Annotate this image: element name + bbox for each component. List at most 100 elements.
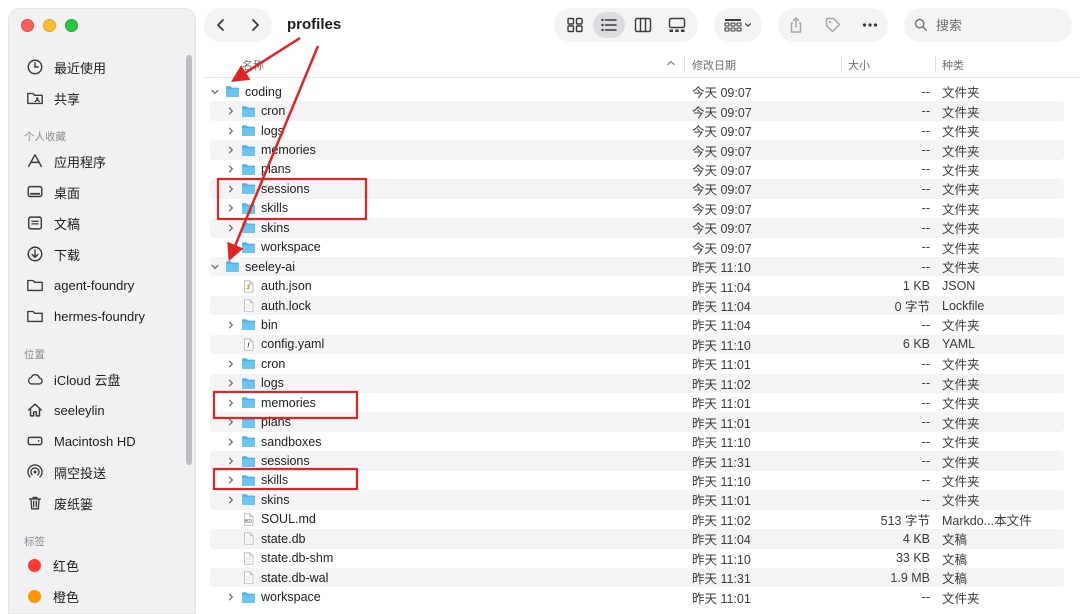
chevron-right-icon[interactable] [226, 203, 236, 213]
chevron-right-icon[interactable] [226, 242, 236, 252]
chevron-right-icon[interactable] [226, 145, 236, 155]
sidebar-scrollbar[interactable] [186, 55, 192, 465]
more-button[interactable] [857, 12, 883, 38]
sidebar-item-macintosh-hd[interactable]: Macintosh HD [25, 429, 175, 453]
file-row-cron[interactable]: cron 今天 09:07 -- 文件夹 [204, 101, 1064, 121]
file-row-state-db-shm[interactable]: state.db-shm 昨天 11:10 33 KB 文稿 [204, 549, 1064, 568]
name-column-header[interactable]: 名称 [242, 57, 264, 73]
file-row-bin[interactable]: bin 昨天 11:04 -- 文件夹 [204, 315, 1064, 334]
sidebar-item-documents[interactable]: 文稿 [25, 211, 175, 235]
gallery-view-button[interactable] [661, 12, 693, 38]
file-row-plans[interactable]: plans 今天 09:07 -- 文件夹 [204, 160, 1064, 179]
file-icon [241, 532, 256, 545]
sidebar-item-airdrop[interactable]: 隔空投送 [25, 460, 175, 484]
sidebar-item-tag-orange[interactable]: 橙色 [25, 584, 175, 608]
chevron-right-icon[interactable] [226, 417, 236, 427]
file-row-workspace[interactable]: workspace 昨天 11:01 -- 文件夹 [204, 587, 1064, 606]
size-cell: -- [921, 376, 930, 391]
grid-icon [567, 17, 583, 33]
file-row-memories[interactable]: memories 昨天 11:01 -- 文件夹 [204, 393, 1064, 412]
sidebar-item-downloads[interactable]: 下载 [25, 242, 175, 266]
chevron-right-icon[interactable] [226, 475, 236, 485]
group-by-button[interactable] [714, 8, 762, 42]
kind-column-header[interactable]: 种类 [942, 57, 964, 73]
file-row-memories[interactable]: memories 今天 09:07 -- 文件夹 [204, 140, 1064, 160]
sidebar-item-hermes-foundry[interactable]: hermes-foundry [25, 304, 175, 328]
folder-icon [241, 163, 256, 176]
size-cell: 1 KB [902, 279, 930, 294]
file-row-logs[interactable]: logs 今天 09:07 -- 文件夹 [204, 121, 1064, 140]
date-cell: 昨天 11:01 [692, 397, 751, 412]
chevron-right-icon[interactable] [226, 437, 236, 447]
file-row-auth-lock[interactable]: auth.lock 昨天 11:04 0 字节 Lockfile [204, 295, 1064, 316]
file-row-sessions[interactable]: sessions 昨天 11:31 -- 文件夹 [204, 451, 1064, 471]
column-divider[interactable] [684, 56, 685, 72]
back-button[interactable] [209, 13, 233, 37]
chevron-right-icon[interactable] [226, 592, 236, 602]
size-cell: -- [921, 415, 930, 430]
chevron-right-icon[interactable] [226, 495, 236, 505]
chevron-right-icon[interactable] [226, 223, 236, 233]
icon-view-button[interactable] [559, 12, 591, 38]
chevron-right-icon[interactable] [226, 106, 236, 116]
chevron-right-icon[interactable] [226, 126, 236, 136]
file-row-skins[interactable]: skins 今天 09:07 -- 文件夹 [204, 218, 1064, 238]
sidebar-item-recents[interactable]: 最近使用 [25, 55, 175, 79]
list-view-button[interactable] [593, 12, 625, 38]
sidebar-item-tag-red[interactable]: 红色 [25, 553, 175, 577]
file-row-workspace[interactable]: workspace 今天 09:07 -- 文件夹 [204, 238, 1064, 257]
name-cell: sessions [226, 182, 310, 196]
sidebar-item-shared[interactable]: 共享 [25, 86, 175, 110]
column-divider[interactable] [935, 56, 936, 72]
file-row-state-db-wal[interactable]: state.db-wal 昨天 11:31 1.9 MB 文稿 [204, 567, 1064, 588]
chevron-right-icon[interactable] [226, 359, 236, 369]
chevron-down-icon[interactable] [210, 87, 220, 97]
file-row-skills[interactable]: skills 昨天 11:10 -- 文件夹 [204, 471, 1064, 490]
file-row-auth-json[interactable]: auth.json 昨天 11:04 1 KB JSON [204, 276, 1064, 295]
search-field[interactable] [904, 8, 1072, 42]
forward-button[interactable] [243, 13, 267, 37]
date-column-header[interactable]: 修改日期 [692, 57, 736, 73]
file-row-plans[interactable]: plans 昨天 11:01 -- 文件夹 [204, 412, 1064, 432]
size-column-header[interactable]: 大小 [848, 57, 870, 73]
file-row-config-yaml[interactable]: config.yaml 昨天 11:10 6 KB YAML [204, 334, 1064, 355]
sidebar-item-agent-foundry[interactable]: agent-foundry [25, 273, 175, 297]
search-icon [914, 18, 927, 31]
chevron-down-icon[interactable] [210, 262, 220, 272]
sidebar-item-applications[interactable]: 应用程序 [25, 149, 175, 173]
file-row-soul-md[interactable]: SOUL.md 昨天 11:02 513 字节 Markdo...本文件 [204, 510, 1064, 529]
column-view-button[interactable] [627, 12, 659, 38]
chevron-right-icon[interactable] [226, 456, 236, 466]
share-button[interactable] [783, 12, 809, 38]
file-row-logs[interactable]: logs 昨天 11:02 -- 文件夹 [204, 373, 1064, 393]
file-name: state.db-wal [261, 570, 329, 585]
file-list-scrollbar[interactable] [1064, 78, 1070, 606]
chevron-right-icon[interactable] [226, 184, 236, 194]
chevron-right-icon[interactable] [226, 398, 236, 408]
file-row-seeley-ai[interactable]: seeley-ai 昨天 11:10 -- 文件夹 [204, 256, 1064, 277]
sidebar-item-home[interactable]: seeleylin [25, 398, 175, 422]
file-row-skills[interactable]: skills 今天 09:07 -- 文件夹 [204, 199, 1064, 218]
close-window-button[interactable] [21, 19, 34, 32]
sidebar-item-desktop[interactable]: 桌面 [25, 180, 175, 204]
file-row-sessions[interactable]: sessions 今天 09:07 -- 文件夹 [204, 179, 1064, 199]
tag-button[interactable] [820, 12, 846, 38]
column-divider[interactable] [841, 56, 842, 72]
minimize-window-button[interactable] [43, 19, 56, 32]
file-row-coding[interactable]: coding 今天 09:07 -- 文件夹 [204, 82, 1064, 101]
sort-ascending-icon[interactable] [666, 58, 676, 68]
sidebar-item-trash[interactable]: 废纸篓 [25, 491, 175, 515]
file-row-sandboxes[interactable]: sandboxes 昨天 11:10 -- 文件夹 [204, 432, 1064, 451]
size-cell: 513 字节 [880, 513, 930, 528]
chevron-right-icon[interactable] [226, 164, 236, 174]
kind-cell: 文件夹 [942, 416, 980, 431]
chevron-right-icon[interactable] [226, 378, 236, 388]
chevron-right-icon[interactable] [226, 320, 236, 330]
file-row-skins[interactable]: skins 昨天 11:01 -- 文件夹 [204, 490, 1064, 510]
file-row-cron[interactable]: cron 昨天 11:01 -- 文件夹 [204, 354, 1064, 373]
file-row-state-db[interactable]: state.db 昨天 11:04 4 KB 文稿 [204, 529, 1064, 549]
zoom-window-button[interactable] [65, 19, 78, 32]
sidebar-item-icloud[interactable]: iCloud 云盘 [25, 367, 175, 391]
search-input[interactable] [936, 17, 1056, 33]
